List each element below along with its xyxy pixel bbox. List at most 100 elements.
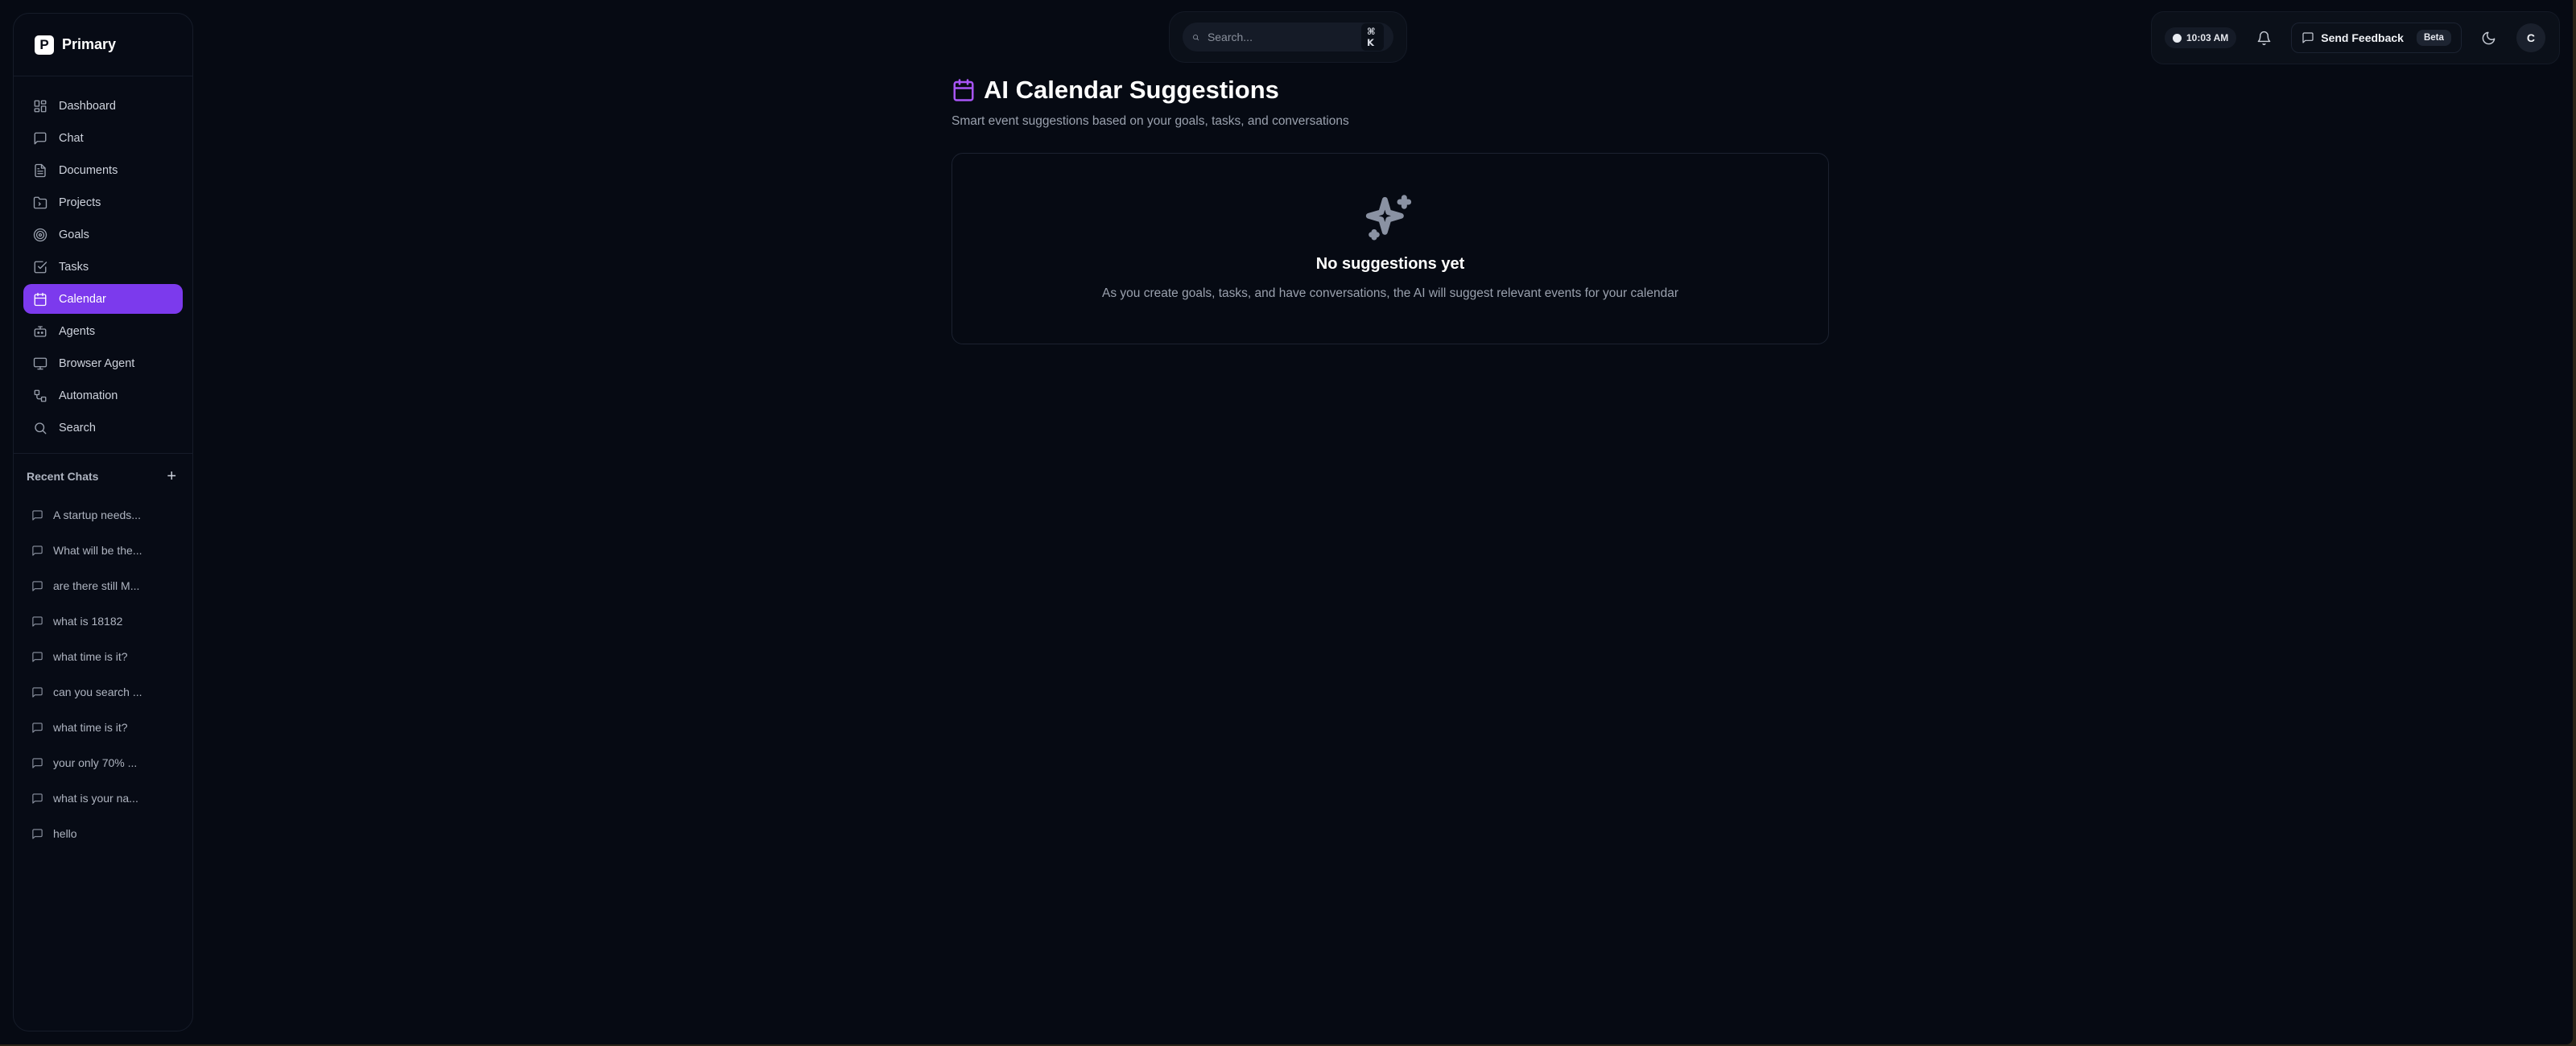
global-search-container: ⌘ K — [1169, 11, 1407, 63]
top-toolbar: 10:03 AM Send Feedback Beta C — [2151, 11, 2560, 64]
empty-state-card: No suggestions yet As you create goals, … — [952, 153, 1829, 344]
sidebar-item-search[interactable]: Search — [23, 413, 183, 443]
page-title: AI Calendar Suggestions — [984, 76, 1279, 104]
sidebar-item-projects[interactable]: Projects — [23, 187, 183, 217]
recent-chat-label: what is your na... — [53, 792, 138, 805]
folder-icon — [33, 196, 47, 208]
recent-chat-label: hello — [53, 827, 77, 840]
app-window: P Primary Dashboard Chat Documents Proje… — [0, 0, 2573, 1044]
sidebar-item-label: Goals — [59, 228, 89, 241]
recent-chat-label: can you search ... — [53, 686, 142, 698]
recent-chat-label: What will be the... — [53, 544, 142, 557]
message-icon — [32, 722, 43, 733]
sidebar-item-label: Automation — [59, 389, 118, 402]
recent-chat-item[interactable]: what is your na... — [23, 780, 183, 816]
document-icon — [35, 163, 46, 177]
sidebar-item-goals[interactable]: Goals — [23, 220, 183, 249]
message-icon — [32, 828, 43, 839]
page-subtitle: Smart event suggestions based on your go… — [952, 114, 1349, 128]
theme-toggle-button[interactable] — [2476, 25, 2502, 51]
message-icon — [32, 580, 43, 591]
sidebar-item-agents[interactable]: Agents — [23, 316, 183, 346]
user-avatar[interactable]: C — [2516, 23, 2545, 52]
brand-name: Primary — [62, 36, 117, 52]
search-input[interactable] — [1207, 31, 1353, 43]
sidebar-item-label: Agents — [59, 324, 96, 338]
recent-chat-label: A startup needs... — [53, 509, 141, 521]
sidebar-item-dashboard[interactable]: Dashboard — [23, 91, 183, 121]
message-icon — [32, 793, 43, 804]
sidebar-item-browser-agent[interactable]: Browser Agent — [23, 348, 183, 378]
chat-icon — [34, 132, 47, 144]
recent-chat-item[interactable]: what is 18182 — [23, 603, 183, 639]
search-shortcut-badge: ⌘ K — [1360, 23, 1384, 51]
clock-icon — [2173, 33, 2182, 43]
sidebar-nav: Dashboard Chat Documents Projects Goals … — [14, 76, 192, 454]
clock-badge: 10:03 AM — [2165, 27, 2237, 48]
brand[interactable]: P Primary — [14, 14, 192, 76]
message-icon — [32, 545, 43, 556]
message-icon — [32, 686, 43, 698]
calendar-icon — [34, 292, 47, 306]
recent-chat-label: what is 18182 — [53, 615, 123, 628]
monitor-icon — [33, 357, 47, 369]
recent-chat-item[interactable]: your only 70% ... — [23, 745, 183, 780]
send-feedback-button[interactable]: Send Feedback Beta — [2291, 23, 2462, 53]
recent-chat-label: your only 70% ... — [53, 756, 138, 769]
sidebar-item-calendar[interactable]: Calendar — [23, 284, 183, 314]
bot-icon — [34, 325, 47, 337]
sidebar-item-label: Tasks — [59, 260, 89, 274]
recent-chat-item[interactable]: what time is it? — [23, 639, 183, 674]
beta-badge: Beta — [2416, 30, 2451, 46]
sidebar-item-tasks[interactable]: Tasks — [23, 252, 183, 282]
notifications-button[interactable] — [2251, 25, 2277, 51]
workflow-icon — [34, 389, 47, 402]
sidebar-item-label: Chat — [59, 131, 84, 145]
message-icon — [32, 757, 43, 768]
message-icon — [2302, 32, 2314, 43]
sidebar-item-label: Dashboard — [59, 99, 116, 113]
recent-chat-item[interactable]: what time is it? — [23, 710, 183, 745]
new-chat-button[interactable]: + — [167, 468, 176, 484]
recent-chat-label: what time is it? — [53, 650, 128, 663]
search-icon — [35, 422, 47, 434]
calendar-icon — [953, 79, 974, 101]
message-icon — [32, 651, 43, 662]
moon-icon — [2483, 31, 2496, 44]
empty-state-title: No suggestions yet — [1315, 255, 1465, 273]
sidebar-item-automation[interactable]: Automation — [23, 381, 183, 410]
sidebar-item-label: Calendar — [59, 292, 106, 306]
checkbox-icon — [34, 261, 47, 273]
recent-chat-label: are there still M... — [53, 579, 140, 592]
recent-chat-item[interactable]: What will be the... — [23, 533, 183, 568]
dashboard-icon — [34, 100, 47, 112]
sidebar-item-label: Browser Agent — [59, 356, 135, 370]
empty-state-text: As you create goals, tasks, and have con… — [1102, 286, 1678, 300]
send-feedback-label: Send Feedback — [2321, 31, 2404, 44]
recent-chats-title: Recent Chats — [27, 470, 99, 483]
sidebar-item-documents[interactable]: Documents — [23, 155, 183, 185]
recent-chat-item[interactable]: hello — [23, 816, 183, 851]
bell-icon — [2257, 31, 2271, 45]
recent-chats-list: A startup needs... What will be the... a… — [14, 492, 192, 856]
search-icon — [1193, 34, 1199, 40]
sidebar-item-label: Search — [59, 421, 96, 434]
recent-chat-item[interactable]: can you search ... — [23, 674, 183, 710]
main-content: AI Calendar Suggestions Smart event sugg… — [952, 76, 1829, 344]
brand-logo: P — [35, 35, 54, 55]
message-icon — [32, 509, 43, 521]
recent-chat-label: what time is it? — [53, 721, 128, 734]
sidebar-item-label: Documents — [59, 163, 118, 177]
sidebar-item-label: Projects — [59, 196, 101, 209]
recent-chat-item[interactable]: A startup needs... — [23, 497, 183, 533]
target-icon — [33, 228, 47, 241]
global-search-box[interactable]: ⌘ K — [1183, 23, 1393, 51]
sparkles-icon — [1365, 195, 1412, 241]
sidebar: P Primary Dashboard Chat Documents Proje… — [13, 13, 193, 1032]
clock-time: 10:03 AM — [2186, 32, 2229, 43]
sidebar-item-chat[interactable]: Chat — [23, 123, 183, 153]
recent-chats-header: Recent Chats + — [14, 454, 192, 492]
recent-chat-item[interactable]: are there still M... — [23, 568, 183, 603]
page-heading: AI Calendar Suggestions — [952, 76, 1829, 105]
message-icon — [32, 616, 43, 627]
